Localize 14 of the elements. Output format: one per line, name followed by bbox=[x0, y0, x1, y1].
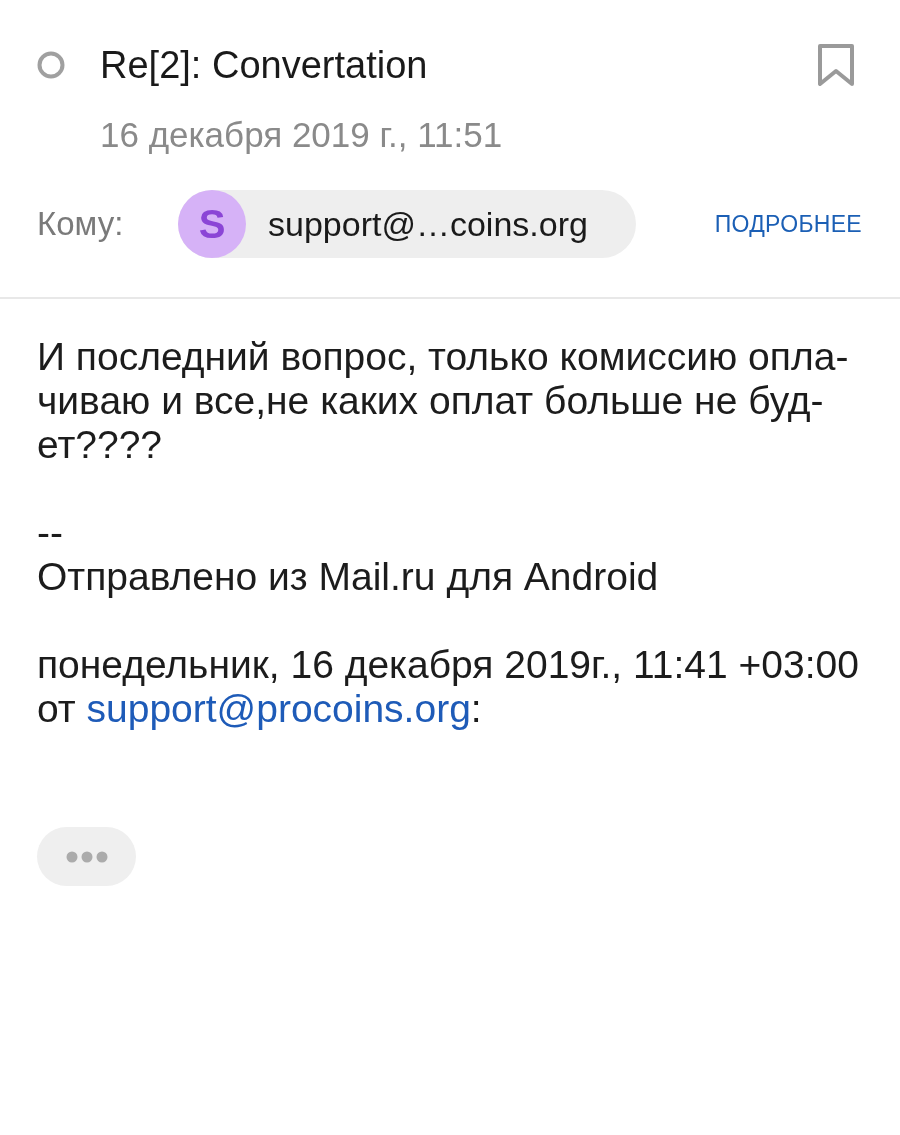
bookmark-icon[interactable] bbox=[816, 42, 856, 88]
details-link[interactable]: ПОДРОБНЕЕ bbox=[714, 210, 862, 238]
message-text: И последний вопрос, только комиссию опла- чиваю и все,не каких оплат больше не буд- ет???? bbox=[36, 335, 850, 467]
recipient-address: support@…coins.org bbox=[268, 204, 588, 244]
sender-email-link[interactable]: support@procoins.org bbox=[86, 687, 471, 730]
avatar-initial: S bbox=[178, 190, 246, 258]
email-subject: Re[2]: Convertation bbox=[100, 43, 429, 87]
ellipsis-icon bbox=[65, 850, 108, 863]
recipient-chip[interactable]: S support@…coins.org bbox=[178, 190, 636, 258]
quote-header-text: понедельник, 16 декабря 2019г., 11:41 +03:00 от support@procoins.org: bbox=[36, 643, 860, 731]
read-status-ring-icon[interactable] bbox=[37, 51, 65, 79]
to-label: Кому: bbox=[37, 204, 125, 244]
signature-text: -- Отправлено из Mail.ru для Android bbox=[36, 511, 660, 599]
email-date: 16 декабря 2019 г., 11:51 bbox=[100, 115, 504, 155]
